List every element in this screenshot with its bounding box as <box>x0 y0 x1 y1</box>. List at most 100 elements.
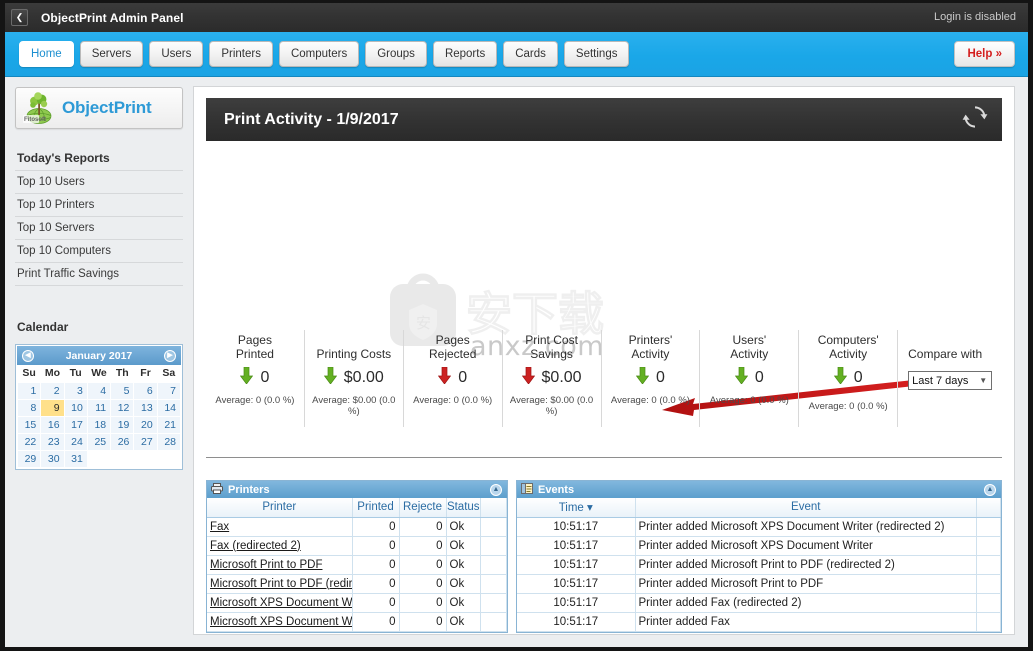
sidebar-item-top-10-computers[interactable]: Top 10 Computers <box>15 240 183 263</box>
sidebar-item-print-traffic-savings[interactable]: Print Traffic Savings <box>15 263 183 286</box>
calendar-day-2[interactable]: 2 <box>40 381 65 400</box>
calendar-day-23[interactable]: 23 <box>40 432 65 451</box>
calendar-day-24[interactable]: 24 <box>63 432 88 451</box>
collapse-icon[interactable]: ▲ <box>490 483 502 496</box>
stat-label-line2: Activity <box>730 347 769 361</box>
calendar-day-27[interactable]: 27 <box>133 432 158 451</box>
events-column-header[interactable]: Time ▾ <box>517 498 636 518</box>
printer-name-link[interactable]: Microsoft Print to PDF <box>210 559 322 571</box>
cell-spacer <box>976 574 1001 594</box>
calendar-day-29[interactable]: 29 <box>16 449 42 468</box>
refresh-icon[interactable] <box>962 104 988 135</box>
calendar-day-20[interactable]: 20 <box>133 415 158 434</box>
stat-average: Average: 0 (0.0 %) <box>808 401 888 412</box>
table-row[interactable]: 10:51:17 Printer added Fax <box>517 612 1001 632</box>
printers-column-header[interactable] <box>480 498 507 518</box>
calendar-day-15[interactable]: 15 <box>16 415 42 434</box>
calendar-day-21[interactable]: 21 <box>156 415 182 434</box>
sidebar-item-top-10-printers[interactable]: Top 10 Printers <box>15 194 183 217</box>
events-grid-title: Events <box>538 483 575 496</box>
calendar-day-25[interactable]: 25 <box>86 432 112 451</box>
printer-name-link[interactable]: Fax <box>210 521 229 533</box>
table-row[interactable]: Microsoft Print to PDF 0 0 Ok <box>207 555 507 575</box>
tab-groups[interactable]: Groups <box>365 41 427 67</box>
tab-users[interactable]: Users <box>149 41 204 67</box>
cell-spacer <box>480 574 507 594</box>
stat-users-activity: Users' Activity 0 Average: 0 (0.0 %) <box>699 330 798 427</box>
collapse-icon[interactable]: ▲ <box>984 483 996 496</box>
compare-period-select[interactable]: Last 7 days ▼ <box>908 371 993 390</box>
calendar-day-16[interactable]: 16 <box>40 415 65 434</box>
calendar-day-4[interactable]: 4 <box>86 381 112 400</box>
table-row[interactable]: Fax (redirected 2) 0 0 Ok <box>207 536 507 556</box>
printers-column-header[interactable]: Rejecte <box>399 498 447 518</box>
calendar-day-10[interactable]: 10 <box>63 398 88 417</box>
brand-logo[interactable]: Fitosoft ObjectPrint <box>15 87 183 129</box>
help-button[interactable]: Help » <box>954 41 1015 67</box>
printers-grid-panel: Printers ▲ Printer Printed Rejecte Status F… <box>206 480 508 633</box>
table-row[interactable]: 10:51:17 Printer added Microsoft Print to… <box>517 574 1001 594</box>
report-links-list: Top 10 Users Top 10 Printers Top 10 Serv… <box>15 170 183 286</box>
calendar-day-28[interactable]: 28 <box>156 432 182 451</box>
printer-name-link[interactable]: Microsoft Print to PDF (redirec <box>210 578 351 590</box>
printers-column-header[interactable]: Printer <box>207 498 353 518</box>
calendar-day-14[interactable]: 14 <box>156 398 182 417</box>
stat-average: Average: 0 (0.0 %) <box>215 395 295 406</box>
printer-name-link[interactable]: Microsoft XPS Document Write <box>210 616 351 628</box>
calendar-day-17[interactable]: 17 <box>63 415 88 434</box>
events-column-header[interactable] <box>976 498 1001 518</box>
cell-rejected: 0 <box>399 555 447 575</box>
stat-value: 0 <box>260 369 270 386</box>
cell-spacer <box>976 612 1001 632</box>
events-column-header[interactable]: Event <box>635 498 977 518</box>
calendar-day-22[interactable]: 22 <box>16 432 42 451</box>
calendar-day-5[interactable]: 5 <box>110 381 135 400</box>
sidebar-item-top-10-users[interactable]: Top 10 Users <box>15 171 183 194</box>
tab-cards[interactable]: Cards <box>503 41 558 67</box>
events-grid-header: Events ▲ <box>517 481 1001 498</box>
chevron-left-icon[interactable]: ❮ <box>11 9 28 26</box>
caret-right-icon[interactable]: ▶ <box>164 349 176 362</box>
calendar-day-26[interactable]: 26 <box>110 432 135 451</box>
printer-name-link[interactable]: Fax (redirected 2) <box>210 540 301 552</box>
table-row[interactable]: Fax 0 0 Ok <box>207 517 507 537</box>
tab-computers[interactable]: Computers <box>278 41 360 67</box>
calendar-day-6[interactable]: 6 <box>133 381 158 400</box>
calendar-day-18[interactable]: 18 <box>86 415 112 434</box>
calendar-day-3[interactable]: 3 <box>63 381 88 400</box>
cell-status: Ok <box>446 536 481 556</box>
table-row[interactable]: 10:51:17 Printer added Microsoft XPS Docu… <box>517 536 1001 556</box>
stat-label-line2: Printed <box>235 347 274 361</box>
calendar-weekday: Sa <box>162 367 176 380</box>
tab-reports[interactable]: Reports <box>432 41 498 67</box>
caret-left-icon[interactable]: ◀ <box>22 349 34 362</box>
calendar-day-9[interactable]: 9 <box>40 398 65 417</box>
tab-printers[interactable]: Printers <box>209 41 273 67</box>
printer-name-link[interactable]: Microsoft XPS Document Write <box>210 597 351 609</box>
calendar-day-31[interactable]: 31 <box>63 449 88 468</box>
sidebar-item-top-10-servers[interactable]: Top 10 Servers <box>15 217 183 240</box>
calendar-day-13[interactable]: 13 <box>133 398 158 417</box>
tab-home[interactable]: Home <box>19 41 74 67</box>
calendar-day-30[interactable]: 30 <box>40 449 65 468</box>
table-row[interactable]: Microsoft Print to PDF (redirec 0 0 Ok <box>207 574 507 594</box>
trend-down-icon <box>438 366 452 389</box>
calendar-day-8[interactable]: 8 <box>16 398 42 417</box>
tab-settings[interactable]: Settings <box>563 41 630 67</box>
table-row[interactable]: Microsoft XPS Document Write00Ok <box>207 612 507 632</box>
printers-column-header[interactable]: Status <box>446 498 481 518</box>
table-row[interactable]: 10:51:17 Printer added Fax (redirected 2) <box>517 593 1001 613</box>
table-row[interactable]: 10:51:17 Printer added Microsoft XPS Docu… <box>517 517 1001 537</box>
tab-servers[interactable]: Servers <box>79 41 144 67</box>
calendar-month-label[interactable]: January 2017 <box>66 350 133 362</box>
table-row[interactable]: 10:51:17 Printer added Microsoft Print to… <box>517 555 1001 575</box>
cell-printed: 0 <box>352 593 400 613</box>
table-row[interactable]: Microsoft XPS Document Write00Ok <box>207 593 507 613</box>
calendar-day-7[interactable]: 7 <box>156 381 182 400</box>
calendar-day-11[interactable]: 11 <box>86 398 112 417</box>
calendar-day-12[interactable]: 12 <box>110 398 135 417</box>
stat-value: 0 <box>655 369 665 386</box>
printers-column-header[interactable]: Printed <box>352 498 400 518</box>
calendar-day-1[interactable]: 1 <box>16 381 42 400</box>
calendar-day-19[interactable]: 19 <box>110 415 135 434</box>
